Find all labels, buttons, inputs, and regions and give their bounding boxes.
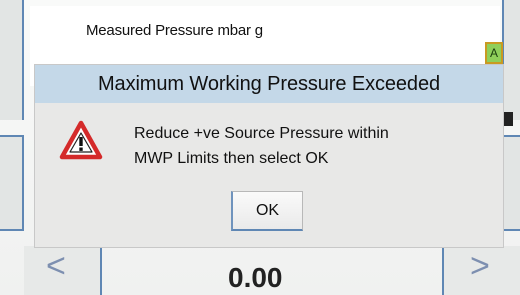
chevron-left-icon: < <box>46 247 66 285</box>
instrument-screen: Measured Pressure mbar g A < > 0.00 Maxi… <box>0 0 520 295</box>
partial-indicator <box>503 112 513 126</box>
nav-previous-button[interactable]: < <box>24 246 102 295</box>
measured-pressure-label: Measured Pressure mbar g <box>86 22 263 39</box>
warning-icon <box>59 120 103 160</box>
nav-next-button[interactable]: > <box>442 246 520 295</box>
pressure-reading: 0.00 <box>228 262 283 293</box>
right-panel-top[interactable] <box>502 0 520 120</box>
status-badge: A <box>485 42 503 64</box>
dialog-message-line-1: Reduce +ve Source Pressure within <box>134 125 389 142</box>
chevron-right-icon: > <box>470 247 490 285</box>
left-panel-top[interactable] <box>0 0 24 120</box>
dialog-message-line-2: MWP Limits then select OK <box>134 150 329 167</box>
dialog-message: Reduce +ve Source Pressure within MWP Li… <box>134 121 494 171</box>
ok-button[interactable]: OK <box>231 191 303 231</box>
left-panel-middle[interactable] <box>0 135 24 231</box>
right-panel-middle[interactable] <box>502 135 520 231</box>
dialog-title: Maximum Working Pressure Exceeded <box>35 65 503 103</box>
mwp-exceeded-dialog: Maximum Working Pressure Exceeded Reduce… <box>35 65 503 247</box>
